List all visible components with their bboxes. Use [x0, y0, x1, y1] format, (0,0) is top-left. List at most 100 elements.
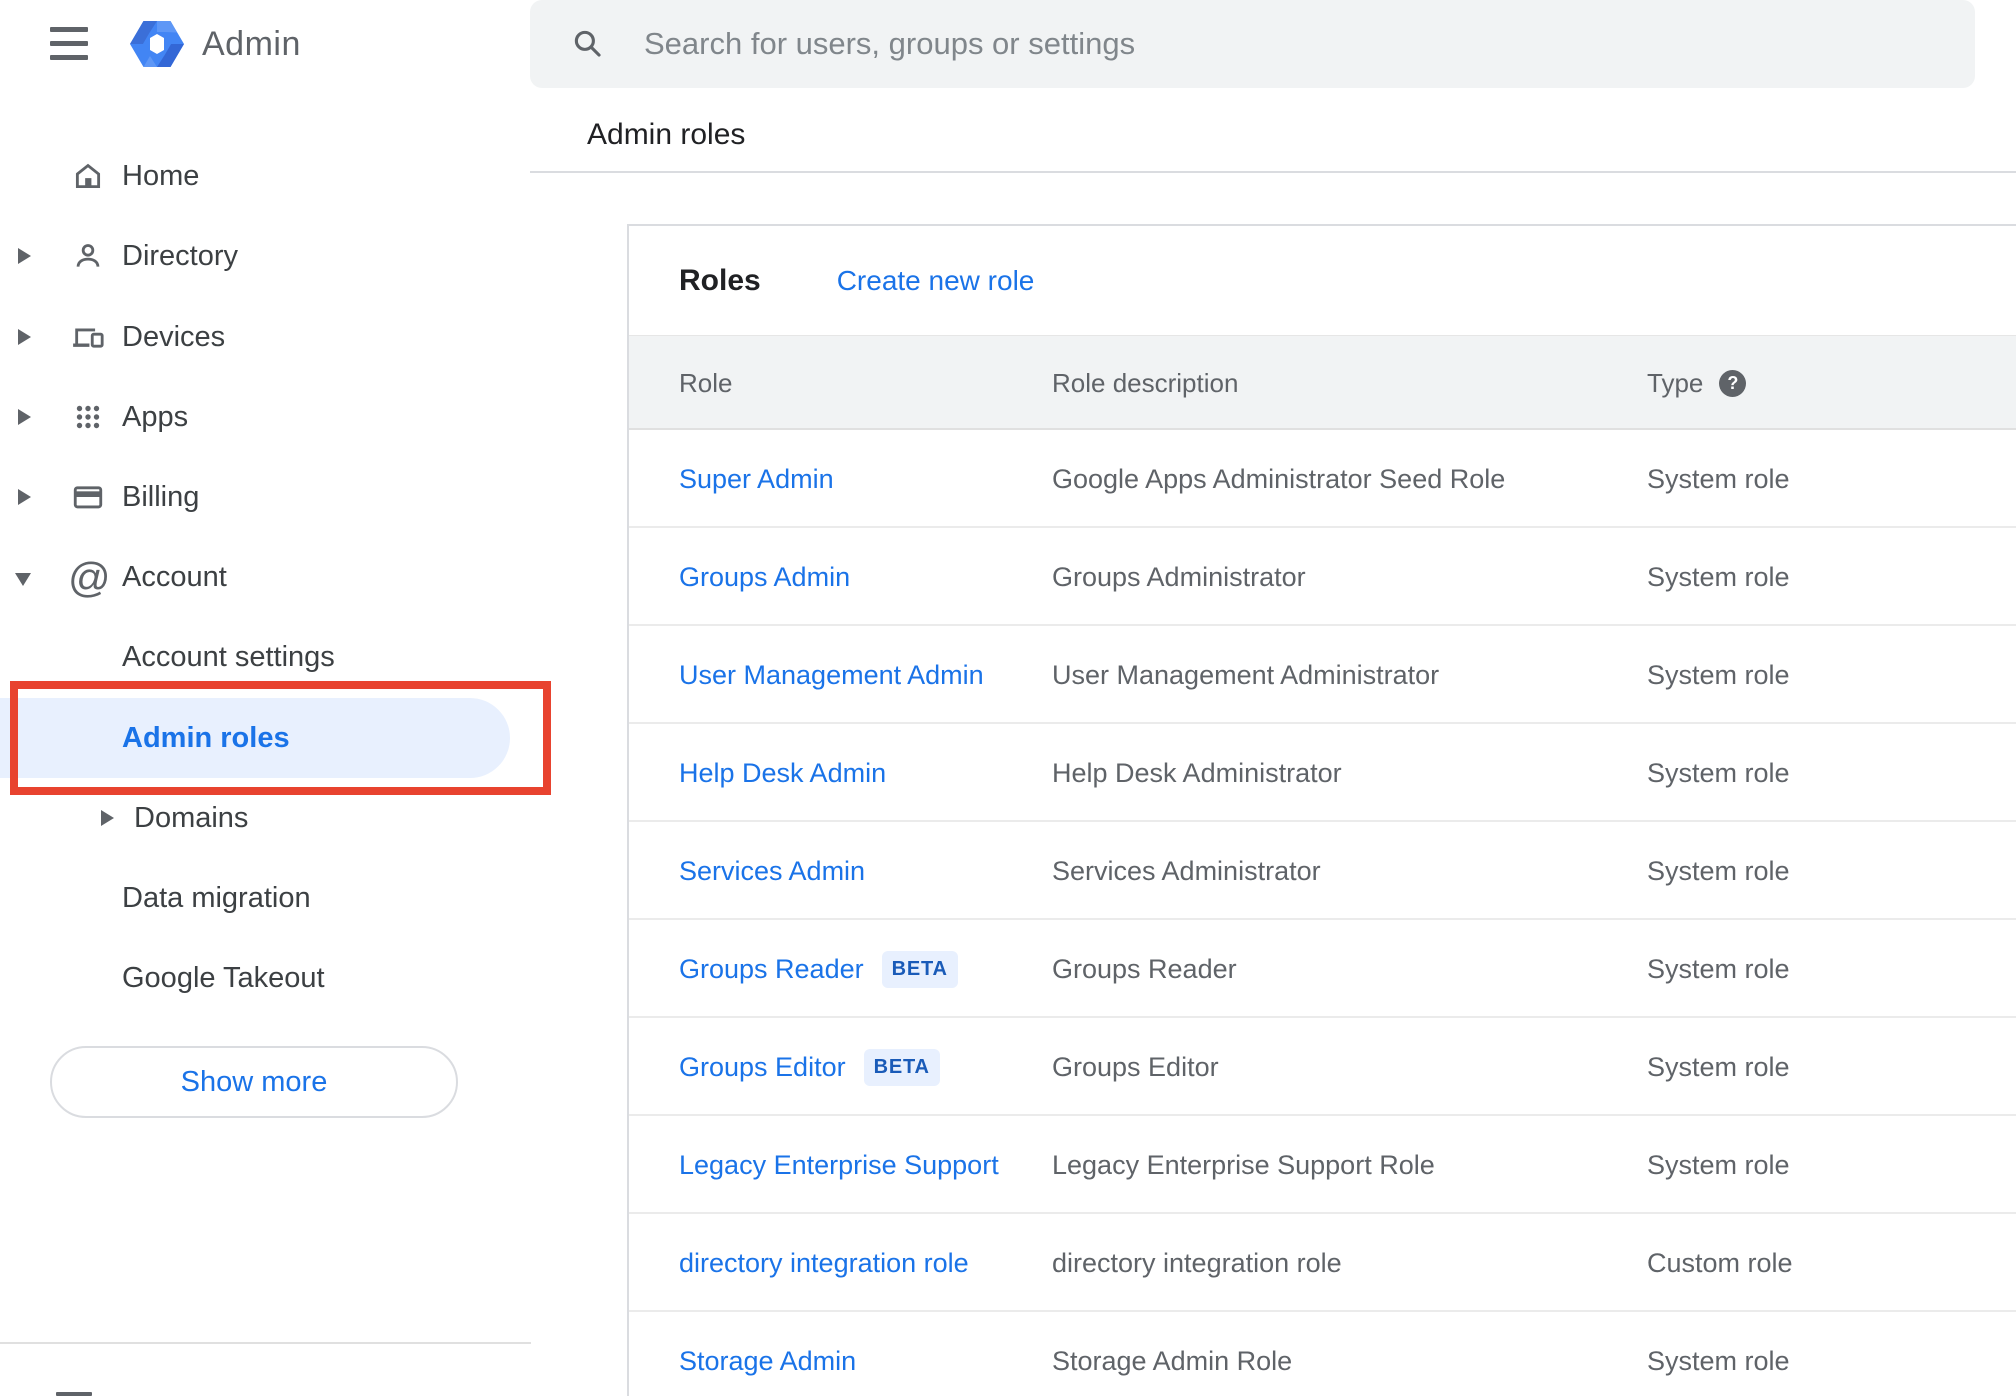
devices-icon: [73, 328, 104, 348]
sidebar-item-label: Devices: [122, 321, 226, 353]
role-description: directory integration role: [1052, 1247, 1342, 1278]
sidebar-item-label: Account settings: [122, 641, 335, 673]
table-row: Super Admin Google Apps Administrator Se…: [629, 430, 2016, 528]
expand-right-icon[interactable]: [101, 810, 114, 826]
role-type: System role: [1647, 463, 1790, 494]
role-type: System role: [1647, 1051, 1790, 1082]
person-icon: [76, 244, 100, 267]
role-link[interactable]: Services Admin: [679, 856, 865, 887]
role-cell: User Management Admin: [679, 626, 984, 724]
role-type: Custom role: [1647, 1247, 1793, 1278]
role-link[interactable]: Super Admin: [679, 464, 834, 495]
role-link[interactable]: Legacy Enterprise Support: [679, 1150, 999, 1181]
sidebar-item-label: Apps: [122, 401, 189, 433]
expand-right-icon[interactable]: [18, 409, 31, 425]
sidebar-item-data-migration[interactable]: Data migration: [0, 858, 531, 938]
role-type: System role: [1647, 561, 1790, 592]
role-type: System role: [1647, 1149, 1790, 1180]
expand-right-icon[interactable]: [18, 248, 31, 264]
role-cell: directory integration role: [679, 1214, 969, 1312]
column-header-description: Role description: [1052, 368, 1239, 398]
role-cell: Groups Editor BETA: [679, 1018, 940, 1116]
role-description: Groups Administrator: [1052, 561, 1306, 592]
card-icon: [73, 486, 103, 509]
sidebar-item-apps[interactable]: Apps: [0, 377, 531, 457]
role-cell: Groups Reader BETA: [679, 920, 958, 1018]
role-link[interactable]: directory integration role: [679, 1248, 969, 1279]
sidebar-item-home[interactable]: Home: [0, 136, 531, 216]
sidebar-item-label: Google Takeout: [122, 962, 325, 994]
role-link[interactable]: Help Desk Admin: [679, 758, 886, 789]
sidebar-item-billing[interactable]: Billing: [0, 457, 531, 537]
expand-right-icon[interactable]: [18, 489, 31, 505]
role-cell: Super Admin: [679, 430, 834, 528]
role-link[interactable]: Groups Editor: [679, 1052, 846, 1083]
cutoff-icon: [56, 1392, 92, 1396]
app-title: Admin: [202, 25, 301, 63]
role-link[interactable]: Groups Admin: [679, 562, 850, 593]
sidebar-item-label: Data migration: [122, 882, 311, 914]
table-row: Help Desk Admin Help Desk Administrator …: [629, 724, 2016, 822]
table-row: User Management Admin User Management Ad…: [629, 626, 2016, 724]
role-cell: Legacy Enterprise Support: [679, 1116, 999, 1214]
role-description: Legacy Enterprise Support Role: [1052, 1149, 1435, 1180]
sidebar-item-label: Admin roles: [122, 722, 290, 754]
admin-logo-icon: [130, 21, 184, 67]
role-cell: Help Desk Admin: [679, 724, 886, 822]
expand-down-icon[interactable]: [15, 573, 31, 586]
sidebar-bottom-divider: [0, 1342, 531, 1344]
sidebar-item-devices[interactable]: Devices: [0, 297, 531, 377]
roles-card-header: Roles Create new role: [629, 226, 2016, 335]
role-description: Groups Editor: [1052, 1051, 1219, 1082]
create-new-role-link[interactable]: Create new role: [837, 265, 1035, 297]
sidebar-item-label: Domains: [134, 802, 249, 834]
show-more-button[interactable]: Show more: [50, 1046, 458, 1118]
role-type: System role: [1647, 855, 1790, 886]
role-description: Services Administrator: [1052, 855, 1321, 886]
role-link[interactable]: Storage Admin: [679, 1346, 856, 1377]
sidebar-item-domains[interactable]: Domains: [0, 778, 531, 858]
at-icon: @: [68, 554, 111, 601]
role-description: Storage Admin Role: [1052, 1345, 1293, 1376]
sidebar-item-label: Account: [122, 561, 227, 593]
beta-badge: BETA: [881, 950, 958, 988]
role-type: System role: [1647, 1345, 1790, 1376]
help-icon[interactable]: ?: [1719, 370, 1747, 397]
column-header-type-label: Type: [1647, 368, 1704, 398]
role-type: System role: [1647, 757, 1790, 788]
beta-badge: BETA: [863, 1048, 940, 1086]
role-type: System role: [1647, 953, 1790, 984]
role-description: User Management Administrator: [1052, 659, 1440, 690]
sidebar-item-label: Directory: [122, 240, 239, 272]
sidebar-item-label: Home: [122, 160, 200, 192]
table-row: Legacy Enterprise Support Legacy Enterpr…: [629, 1116, 2016, 1214]
role-link[interactable]: Groups Reader: [679, 954, 864, 985]
expand-right-icon[interactable]: [18, 329, 31, 345]
table-row: Groups Admin Groups Administrator System…: [629, 528, 2016, 626]
column-header-type: Type ?: [1647, 336, 1747, 431]
hamburger-menu-icon[interactable]: [50, 27, 88, 60]
search-icon: [574, 30, 601, 57]
role-cell: Services Admin: [679, 822, 865, 920]
table-row: Groups Editor BETA Groups Editor System …: [629, 1018, 2016, 1116]
column-header-role: Role: [679, 368, 733, 398]
sidebar-item-admin-roles[interactable]: Admin roles: [0, 698, 531, 778]
search-input[interactable]: [644, 0, 1944, 88]
sidebar-item-account-settings[interactable]: Account settings: [0, 617, 531, 697]
role-description: Google Apps Administrator Seed Role: [1052, 463, 1506, 494]
sidebar-item-account[interactable]: @ Account: [0, 537, 531, 617]
table-header-row: Role Role description Type ?: [629, 335, 2016, 430]
search-bar[interactable]: [530, 0, 1975, 88]
sidebar: Admin Home Directory Devices Apps Billin…: [0, 0, 551, 1396]
table-row: directory integration role directory int…: [629, 1214, 2016, 1312]
table-row: Services Admin Services Administrator Sy…: [629, 822, 2016, 920]
role-link[interactable]: User Management Admin: [679, 660, 984, 691]
sidebar-item-google-takeout[interactable]: Google Takeout: [0, 938, 531, 1018]
breadcrumb: Admin roles: [587, 118, 746, 151]
role-description: Groups Reader: [1052, 953, 1237, 984]
sidebar-item-directory[interactable]: Directory: [0, 216, 531, 296]
breadcrumb-divider: [530, 171, 2016, 173]
table-row: Groups Reader BETA Groups Reader System …: [629, 920, 2016, 1018]
role-description: Help Desk Administrator: [1052, 757, 1342, 788]
roles-table-body: Super Admin Google Apps Administrator Se…: [629, 430, 2016, 1396]
